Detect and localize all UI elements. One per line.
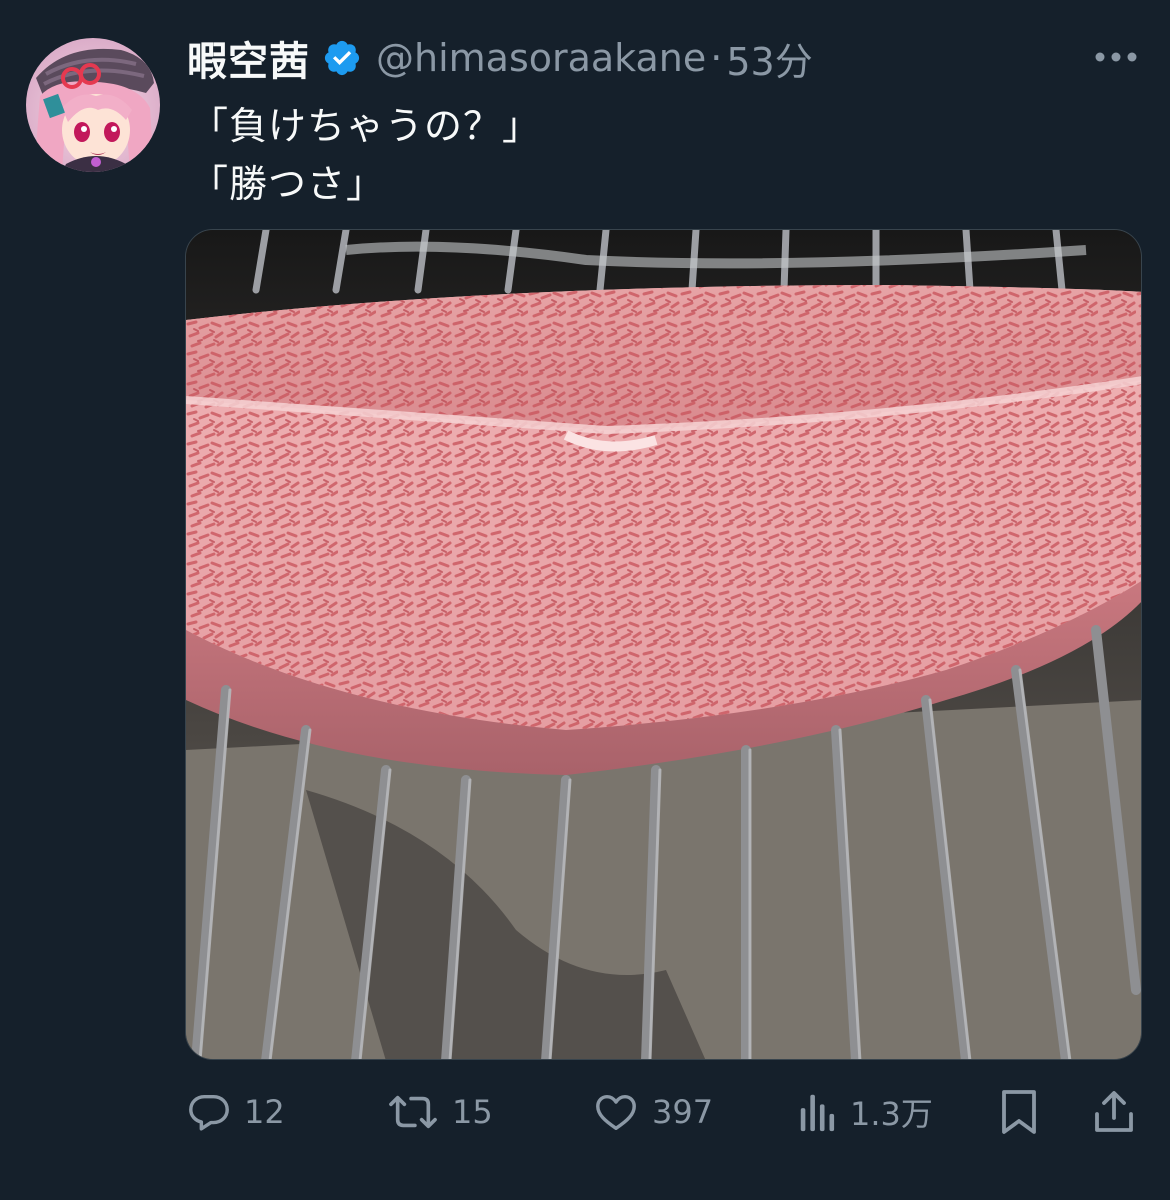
share-icon <box>1095 1091 1133 1132</box>
reply-button[interactable]: 12 <box>186 1080 285 1144</box>
heart-icon <box>596 1094 636 1131</box>
bookmark-button[interactable] <box>1000 1080 1038 1144</box>
tweet-media[interactable] <box>185 229 1142 1060</box>
views-count: 1.3万 <box>850 1095 933 1133</box>
separator-dot: · <box>710 36 723 80</box>
action-bar: 12 15 397 1.3万 <box>0 1080 1170 1144</box>
avatar[interactable] <box>26 38 160 172</box>
retweet-icon <box>389 1095 437 1129</box>
timestamp[interactable]: 53分 <box>726 31 812 86</box>
share-button[interactable] <box>1092 1080 1136 1144</box>
tweet: 暇空茜 @himasoraakane · 53分 「負けちゃうの？」 「勝つさ」 <box>0 0 1170 1200</box>
retweet-count: 15 <box>452 1093 493 1131</box>
more-icon[interactable] <box>1092 44 1140 70</box>
views-button[interactable]: 1.3万 <box>798 1080 933 1144</box>
like-button[interactable]: 397 <box>592 1080 713 1144</box>
handle[interactable]: @himasoraakane <box>376 36 706 80</box>
like-count: 397 <box>652 1093 714 1131</box>
reply-icon <box>189 1094 229 1131</box>
media-image <box>186 230 1141 1059</box>
reply-count: 12 <box>244 1093 285 1131</box>
tweet-text-line-2: 「勝つさ」 <box>190 162 386 206</box>
views-icon <box>800 1094 835 1132</box>
verified-badge-icon <box>322 38 362 78</box>
retweet-button[interactable]: 15 <box>386 1080 493 1144</box>
display-name[interactable]: 暇空茜 <box>187 29 310 87</box>
tweet-text-line-1: 「負けちゃうの？」 <box>190 104 542 148</box>
avatar-image <box>26 38 160 172</box>
bookmark-icon <box>1002 1090 1036 1134</box>
tweet-header: 暇空茜 @himasoraakane · 53分 <box>187 30 813 86</box>
